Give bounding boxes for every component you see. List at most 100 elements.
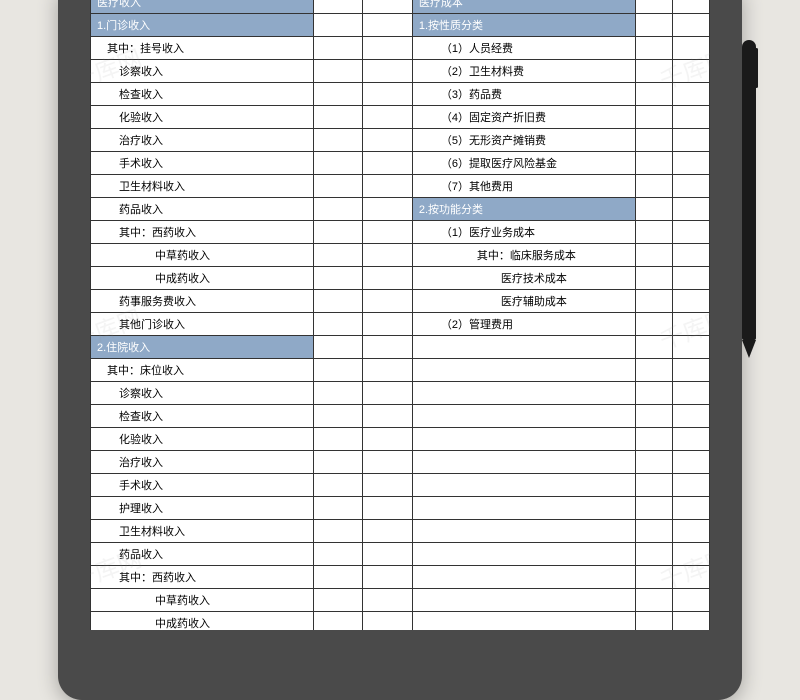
cost-label: （2）卫生材料费 xyxy=(412,60,635,83)
table-row: 其中：西药收入 （1）医疗业务成本 xyxy=(91,221,710,244)
value-cell xyxy=(313,198,363,221)
income-label: 药品收入 xyxy=(91,198,314,221)
value-cell xyxy=(672,520,709,543)
value-cell xyxy=(635,428,672,451)
income-label: 其他门诊收入 xyxy=(91,313,314,336)
cost-label xyxy=(412,520,635,543)
income-label: 其中：西药收入 xyxy=(91,221,314,244)
table-row: 其中：西药收入 xyxy=(91,566,710,589)
cost-label xyxy=(412,612,635,631)
value-cell xyxy=(635,589,672,612)
value-cell xyxy=(313,37,363,60)
value-cell xyxy=(313,336,363,359)
value-cell xyxy=(363,313,413,336)
value-cell xyxy=(635,267,672,290)
cost-label: （5）无形资产摊销费 xyxy=(412,129,635,152)
cost-label: （7）其他费用 xyxy=(412,175,635,198)
value-cell xyxy=(363,612,413,631)
table-row: 治疗收入 xyxy=(91,451,710,474)
value-cell xyxy=(313,0,363,14)
value-cell xyxy=(363,152,413,175)
value-cell xyxy=(363,37,413,60)
value-cell xyxy=(313,14,363,37)
value-cell xyxy=(672,60,709,83)
income-label: 化验收入 xyxy=(91,428,314,451)
value-cell xyxy=(672,83,709,106)
income-label: 卫生材料收入 xyxy=(91,175,314,198)
income-label: 药事服务费收入 xyxy=(91,290,314,313)
cost-label xyxy=(412,497,635,520)
value-cell xyxy=(313,543,363,566)
value-cell xyxy=(635,612,672,631)
value-cell xyxy=(672,244,709,267)
income-label: 其中：西药收入 xyxy=(91,566,314,589)
income-label: 手术收入 xyxy=(91,474,314,497)
income-label: 手术收入 xyxy=(91,152,314,175)
value-cell xyxy=(635,221,672,244)
value-cell xyxy=(672,474,709,497)
value-cell xyxy=(672,589,709,612)
cost-label xyxy=(412,359,635,382)
table-row: 2.住院收入 xyxy=(91,336,710,359)
value-cell xyxy=(313,267,363,290)
cost-label: （4）固定资产折旧费 xyxy=(412,106,635,129)
value-cell xyxy=(635,382,672,405)
value-cell xyxy=(363,451,413,474)
value-cell xyxy=(313,290,363,313)
value-cell xyxy=(672,336,709,359)
table-row: 药事服务费收入 医疗辅助成本 xyxy=(91,290,710,313)
value-cell xyxy=(363,543,413,566)
table-row: 化验收入（4）固定资产折旧费 xyxy=(91,106,710,129)
cost-label: 其中：临床服务成本 xyxy=(412,244,635,267)
value-cell xyxy=(313,382,363,405)
table-row: 中成药收入医疗技术成本 xyxy=(91,267,710,290)
value-cell xyxy=(672,267,709,290)
value-cell xyxy=(363,405,413,428)
value-cell xyxy=(672,198,709,221)
value-cell xyxy=(635,336,672,359)
table-row: 药品收入 xyxy=(91,543,710,566)
table-row: 药品收入2.按功能分类 xyxy=(91,198,710,221)
value-cell xyxy=(363,0,413,14)
value-cell xyxy=(363,336,413,359)
table-row: 检查收入（3）药品费 xyxy=(91,83,710,106)
table-row: 1.门诊收入1.按性质分类 xyxy=(91,14,710,37)
value-cell xyxy=(313,60,363,83)
value-cell xyxy=(363,566,413,589)
income-label: 其中：床位收入 xyxy=(91,359,314,382)
value-cell xyxy=(313,497,363,520)
value-cell xyxy=(635,83,672,106)
cost-label: （1）医疗业务成本 xyxy=(412,221,635,244)
value-cell xyxy=(313,612,363,631)
value-cell xyxy=(363,106,413,129)
document-screen: 千库网 千库网 千库网 千库网 千库网 千库网 医疗收入医疗成本1.门诊收入1.… xyxy=(90,0,710,630)
value-cell xyxy=(313,405,363,428)
income-label: 护理收入 xyxy=(91,497,314,520)
income-label: 2.住院收入 xyxy=(91,336,314,359)
cost-label: （3）药品费 xyxy=(412,83,635,106)
value-cell xyxy=(635,497,672,520)
pen-graphic xyxy=(742,40,756,400)
cost-label xyxy=(412,336,635,359)
value-cell xyxy=(363,244,413,267)
financial-table: 医疗收入医疗成本1.门诊收入1.按性质分类其中：挂号收入（1）人员经费诊察收入（… xyxy=(90,0,710,630)
value-cell xyxy=(672,497,709,520)
income-label: 1.门诊收入 xyxy=(91,14,314,37)
cost-label xyxy=(412,589,635,612)
value-cell xyxy=(672,405,709,428)
table-row: 手术收入 xyxy=(91,474,710,497)
value-cell xyxy=(363,14,413,37)
value-cell xyxy=(635,543,672,566)
value-cell xyxy=(635,451,672,474)
cost-label: 医疗辅助成本 xyxy=(412,290,635,313)
income-label: 药品收入 xyxy=(91,543,314,566)
cost-label xyxy=(412,566,635,589)
table-row: 检查收入 xyxy=(91,405,710,428)
cost-label xyxy=(412,474,635,497)
value-cell xyxy=(635,0,672,14)
value-cell xyxy=(672,313,709,336)
cost-label: （6）提取医疗风险基金 xyxy=(412,152,635,175)
value-cell xyxy=(363,497,413,520)
value-cell xyxy=(313,221,363,244)
value-cell xyxy=(635,106,672,129)
